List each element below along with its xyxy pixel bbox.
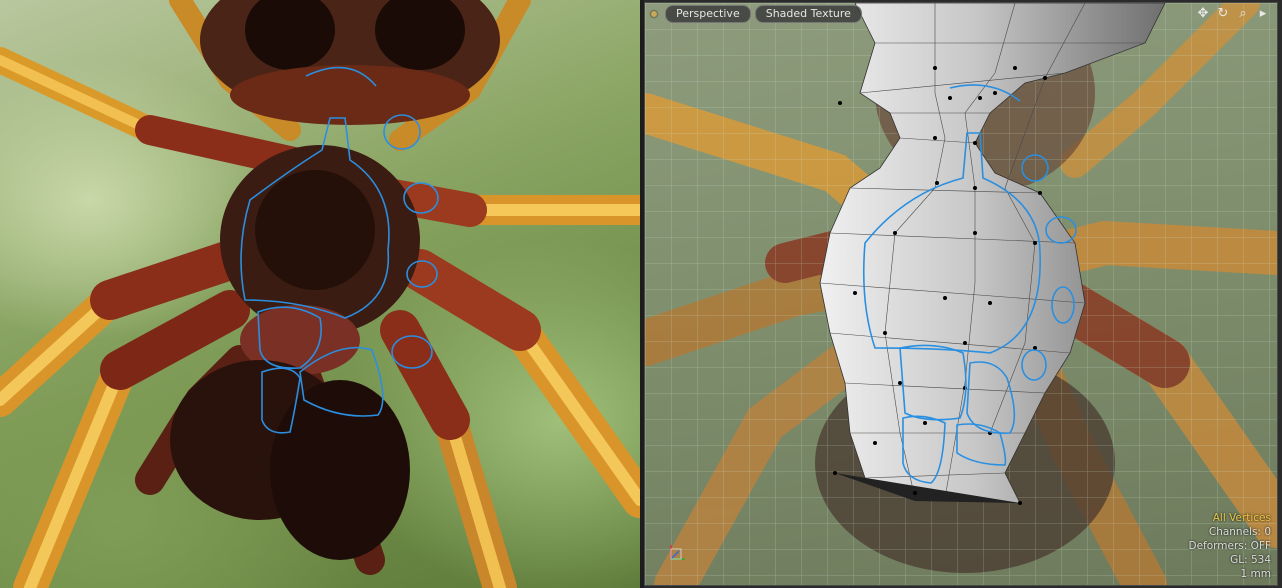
shading-mode-dropdown[interactable]: Shaded Texture [754,5,862,23]
view-mode-dropdown[interactable]: Perspective [665,5,751,23]
move-view-icon[interactable]: ✥ [1195,6,1211,22]
viewport-toolbar: Perspective Shaded Texture [645,3,1277,25]
selection-mode-label: All Vertices [1212,512,1271,524]
3d-viewport[interactable]: Perspective Shaded Texture ✥ ↻ ⌕ ▸ All V… [644,2,1278,586]
rotate-view-icon[interactable]: ↻ [1215,6,1231,22]
deformers-label: Deformers: OFF [1188,540,1272,552]
viewport-canvas[interactable] [645,3,1277,585]
viewport-menu-arrow-icon[interactable]: ▸ [1255,6,1271,22]
axis-gizmo-icon [670,545,685,560]
viewport-status-dot-icon[interactable] [651,11,657,17]
viewport-scene[interactable] [645,3,1277,585]
channels-label: Channels: 0 [1208,526,1271,538]
grid-unit-label: 1 mm [1240,568,1271,580]
viewport-nav-icons: ✥ ↻ ⌕ ▸ [1195,6,1271,22]
zoom-view-icon[interactable]: ⌕ [1235,6,1251,22]
reference-photo-panel [0,0,640,588]
spider-photo [0,0,640,588]
gl-count-label: GL: 534 [1230,554,1271,566]
viewport-stats: All Vertices Channels: 0 Deformers: OFF … [1189,511,1272,581]
